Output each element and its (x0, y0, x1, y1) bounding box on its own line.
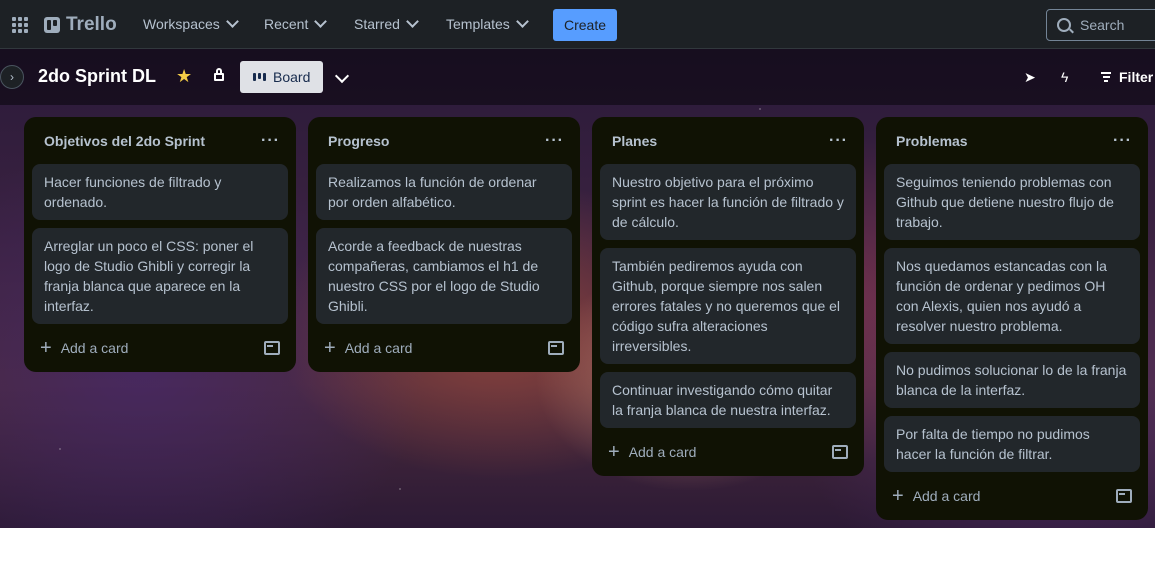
more-options-icon[interactable]: ··· (829, 132, 848, 150)
nav-starred-label: Starred (354, 16, 400, 32)
add-card-label: Add a card (344, 340, 413, 356)
add-card-button[interactable]: + Add a card (892, 486, 980, 506)
filter-icon (1101, 72, 1111, 82)
board-view-icon (253, 73, 266, 81)
lock-icon[interactable] (214, 68, 224, 81)
list-title[interactable]: Progreso (328, 133, 389, 149)
card[interactable]: Por falta de tiempo no pudimos hacer la … (884, 416, 1140, 472)
add-card-label: Add a card (912, 488, 981, 504)
card[interactable]: Nuestro objetivo para el próximo sprint … (600, 164, 856, 240)
add-card-row: + Add a card (24, 328, 296, 368)
add-card-row: + Add a card (876, 476, 1148, 516)
star-icon[interactable]: ★ (176, 66, 192, 87)
card[interactable]: Arreglar un poco el CSS: poner el logo d… (32, 228, 288, 324)
plus-icon: + (324, 337, 336, 359)
nav-starred[interactable]: Starred (354, 15, 419, 32)
card[interactable]: Acorde a feedback de nuestras compañeras… (316, 228, 572, 324)
board-header: › 2do Sprint DL ★ Board ➤ ϟ Filter (0, 49, 1155, 105)
search-input[interactable]: Search (1046, 9, 1155, 41)
add-card-button[interactable]: + Add a card (608, 442, 696, 462)
card[interactable]: Realizamos la función de ordenar por ord… (316, 164, 572, 220)
add-card-row: + Add a card (308, 328, 580, 368)
add-card-button[interactable]: + Add a card (40, 338, 128, 358)
board-title[interactable]: 2do Sprint DL (38, 66, 156, 87)
add-card-label: Add a card (60, 340, 129, 356)
list-header[interactable]: Problemas ··· (876, 117, 1148, 164)
more-options-icon[interactable]: ··· (261, 132, 280, 150)
filter-label: Filter (1119, 69, 1154, 85)
plus-icon: + (608, 441, 620, 463)
nav-workspaces[interactable]: Workspaces (143, 15, 239, 32)
list-problemas: Problemas ··· Seguimos teniendo problemas… (876, 117, 1148, 520)
list-title[interactable]: Planes (612, 133, 657, 149)
search-icon (1057, 18, 1071, 32)
card[interactable]: También pediremos ayuda con Github, porq… (600, 248, 856, 364)
nav-templates-label: Templates (446, 16, 510, 32)
list-title[interactable]: Objetivos del 2do Sprint (44, 133, 205, 149)
nav-recent[interactable]: Recent (264, 15, 328, 32)
logo-text: Trello (66, 14, 117, 35)
card[interactable]: No pudimos solucionar lo de la franja bl… (884, 352, 1140, 408)
list-progreso: Progreso ··· Realizamos la función de ord… (308, 117, 580, 372)
list-title[interactable]: Problemas (896, 133, 968, 149)
card-template-icon[interactable] (264, 341, 280, 355)
board-view-button[interactable]: Board (240, 61, 323, 93)
list-objetivos: Objetivos del 2do Sprint ··· Hacer funcio… (24, 117, 296, 372)
list-planes: Planes ··· Nuestro objetivo para el próxi… (592, 117, 864, 476)
list-header[interactable]: Objetivos del 2do Sprint ··· (24, 117, 296, 164)
list-header[interactable]: Planes ··· (592, 117, 864, 164)
plus-icon: + (40, 337, 52, 359)
board-canvas: › 2do Sprint DL ★ Board ➤ ϟ Filter Objet… (0, 49, 1155, 528)
add-card-label: Add a card (628, 444, 697, 460)
card[interactable]: Nos quedamos estancadas con la función d… (884, 248, 1140, 344)
automation-icon[interactable]: ϟ (1061, 69, 1068, 85)
board-view-label: Board (273, 69, 311, 85)
chevron-down-icon (314, 15, 328, 28)
card-template-icon[interactable] (832, 445, 848, 459)
add-card-button[interactable]: + Add a card (324, 338, 412, 358)
card[interactable]: Continuar investigando cómo quitar la fr… (600, 372, 856, 428)
chevron-down-icon (225, 15, 239, 28)
nav-workspaces-label: Workspaces (143, 16, 220, 32)
filter-button[interactable]: Filter (1101, 69, 1153, 85)
card[interactable]: Hacer funciones de filtrado y ordenado. (32, 164, 288, 220)
card-template-icon[interactable] (548, 341, 564, 355)
add-card-row: + Add a card (592, 432, 864, 472)
top-navigation: Trello Workspaces Recent Starred Templat… (0, 0, 1155, 49)
create-button[interactable]: Create (553, 9, 617, 41)
more-options-icon[interactable]: ··· (1113, 132, 1132, 150)
expand-sidebar-button[interactable]: › (0, 65, 24, 89)
nav-templates[interactable]: Templates (446, 15, 529, 32)
plus-icon: + (892, 485, 904, 507)
chevron-down-icon (515, 15, 529, 28)
search-placeholder: Search (1080, 17, 1125, 33)
app-switcher-icon[interactable] (12, 17, 28, 33)
nav-recent-label: Recent (264, 16, 309, 32)
chevron-down-icon[interactable] (334, 68, 350, 84)
trello-logo[interactable]: Trello (44, 14, 117, 36)
card-template-icon[interactable] (1116, 489, 1132, 503)
more-options-icon[interactable]: ··· (545, 132, 564, 150)
card[interactable]: Seguimos teniendo problemas con Github q… (884, 164, 1140, 240)
trello-logo-icon (44, 17, 60, 33)
chevron-down-icon (406, 15, 419, 28)
list-header[interactable]: Progreso ··· (308, 117, 580, 164)
power-ups-icon[interactable]: ➤ (1024, 69, 1036, 86)
